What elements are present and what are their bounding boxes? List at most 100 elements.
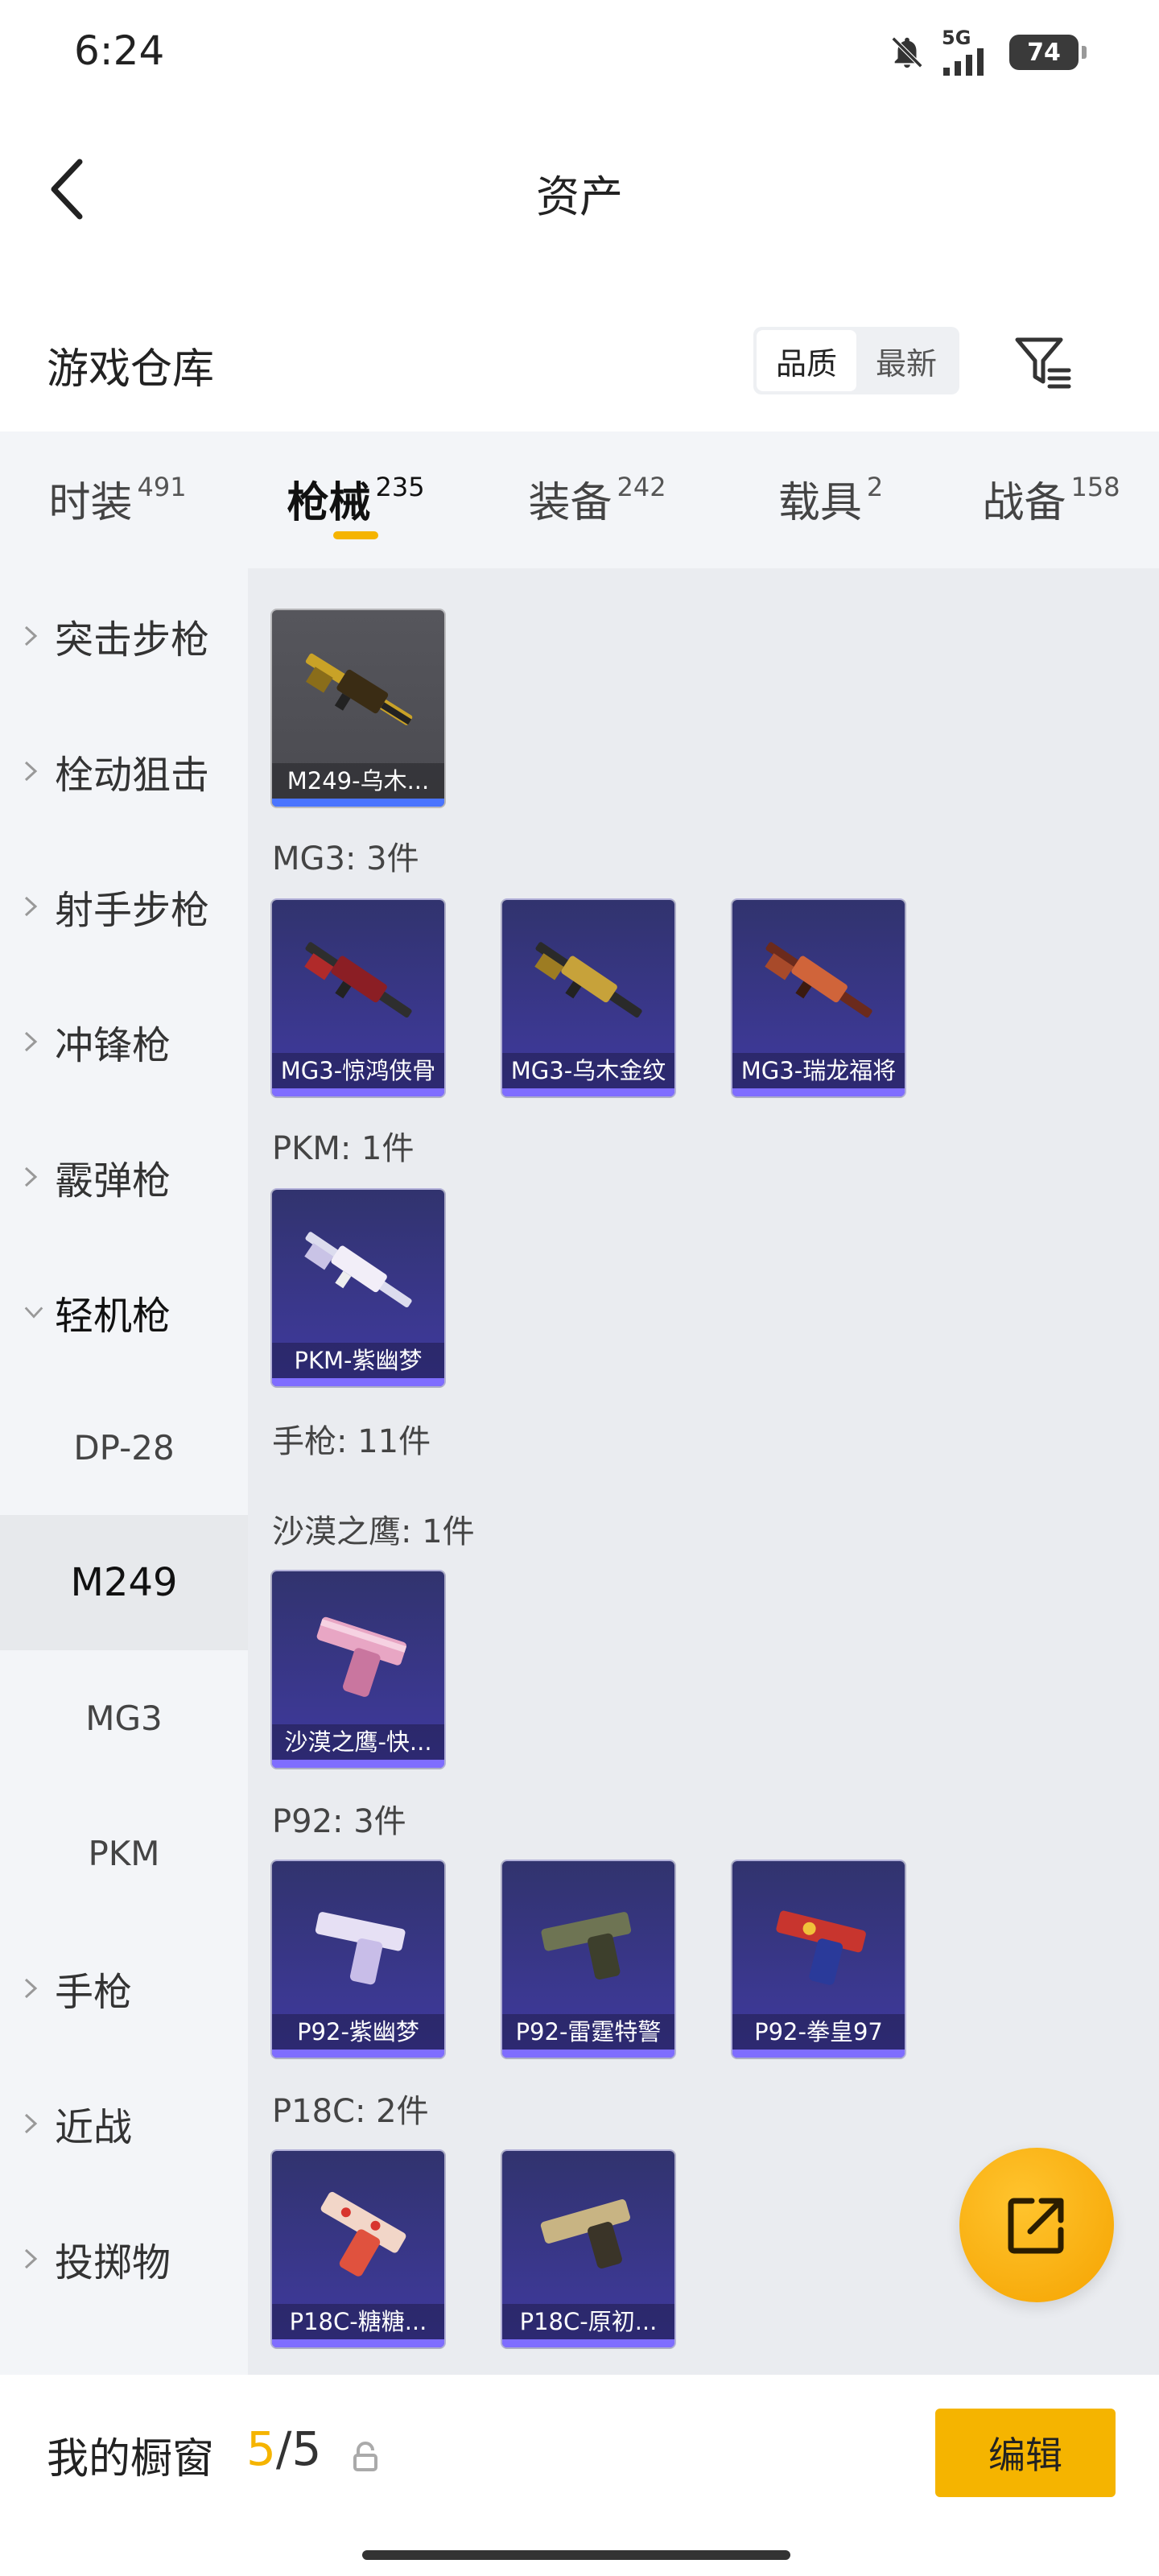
machine-gun-gold-icon: [272, 610, 444, 771]
chevron-right-icon: [23, 2247, 45, 2271]
sidebar-item-pistol[interactable]: 手枪: [0, 1921, 248, 2056]
showcase-title: 我的橱窗: [47, 2435, 215, 2483]
skin-card-desert-eagle[interactable]: 沙漠之鹰-快...: [270, 1570, 446, 1769]
tab-count: 235: [375, 472, 425, 502]
filter-icon: [1015, 337, 1071, 389]
weapon-type-sidebar: 突击步枪 栓动狙击 射手步枪 冲锋枪 霰弹枪 轻机枪 DP-28 M249 MG…: [0, 568, 248, 2375]
skin-card-pkm[interactable]: PKM-紫幽梦: [270, 1188, 446, 1388]
quality-bar: [502, 1088, 674, 1096]
skin-card-p18c-2[interactable]: P18C-原初...: [501, 2149, 676, 2349]
skin-card-p92-2[interactable]: P92-雷霆特警: [501, 1860, 676, 2059]
skin-card-mg3-1[interactable]: MG3-惊鸿侠骨: [270, 898, 446, 1098]
quality-bar: [272, 1378, 444, 1386]
skin-name: P92-紫幽梦: [272, 2014, 444, 2050]
chevron-right-icon: [23, 1030, 45, 1054]
tab-label: 装备: [528, 479, 612, 527]
external-link-icon: [1008, 2198, 1064, 2254]
machine-gun-red-icon: [732, 900, 905, 1061]
skin-name: P18C-糖糖...: [272, 2304, 444, 2339]
machine-gun-silver-icon: [272, 1190, 444, 1351]
tab-equipment[interactable]: 装备 242: [476, 431, 718, 568]
sidebar-item-bolt-sniper[interactable]: 栓动狙击: [0, 704, 248, 839]
status-time: 6:24: [74, 27, 165, 74]
showcase-count: 5/5: [246, 2421, 321, 2476]
app-header: 资产: [0, 129, 1159, 250]
home-indicator: [362, 2550, 790, 2560]
showcase-current: 5: [246, 2421, 276, 2476]
quality-bar: [502, 2050, 674, 2058]
skin-name: MG3-惊鸿侠骨: [272, 1053, 444, 1088]
filter-button[interactable]: [1011, 332, 1075, 393]
signal-icon: [943, 48, 984, 76]
network-type: 5G: [942, 27, 971, 49]
tab-firearms[interactable]: 枪械 235: [235, 431, 476, 568]
sidebar-item-marksman-rifle[interactable]: 射手步枪: [0, 839, 248, 974]
battery-icon: 74: [1009, 35, 1087, 70]
sidebar-item-label: 射手步枪: [55, 888, 210, 933]
sidebar-item-label: 手枪: [55, 1970, 133, 2015]
pistol-pink-icon: [272, 1571, 444, 1732]
skin-card-p92-3[interactable]: P92-拳皇97: [731, 1860, 906, 2059]
pistol-blue-icon: [732, 1861, 905, 2022]
sidebar-item-assault-rifle[interactable]: 突击步枪: [0, 568, 248, 704]
pistol-camo-icon: [502, 1861, 674, 2022]
tab-count: 158: [1070, 472, 1120, 502]
tab-count: 2: [866, 472, 884, 502]
quality-bar: [502, 2339, 674, 2347]
sort-newest-option[interactable]: 最新: [856, 330, 956, 391]
sidebar-item-lmg[interactable]: 轻机枪: [0, 1245, 248, 1380]
page-title: 资产: [536, 171, 623, 222]
group-label-mg3: MG3: 3件: [272, 840, 419, 877]
active-tab-indicator: [333, 531, 378, 539]
showcase-max: 5: [291, 2421, 322, 2476]
pistol-gold-icon: [502, 2151, 674, 2312]
tab-fashion[interactable]: 时装 491: [0, 431, 235, 568]
sidebar-subitem-m249[interactable]: M249: [0, 1515, 248, 1650]
skin-grid: M249-乌木... MG3: 3件 MG3-惊鸿侠骨 MG3-乌木金纹 MG3…: [248, 568, 1159, 2375]
skin-card-m249[interactable]: M249-乌木...: [270, 609, 446, 808]
quality-bar: [732, 1088, 905, 1096]
machine-gun-red-icon: [272, 900, 444, 1061]
tab-supplies[interactable]: 战备 158: [943, 431, 1159, 568]
skin-card-mg3-3[interactable]: MG3-瑞龙福将: [731, 898, 906, 1098]
sidebar-item-label: 突击步枪: [55, 617, 210, 663]
sidebar-item-melee[interactable]: 近战: [0, 2056, 248, 2191]
edit-button[interactable]: 编辑: [935, 2409, 1116, 2497]
sidebar-item-label: 霰弹枪: [55, 1158, 171, 1203]
sidebar-subitem-dp28[interactable]: DP-28: [0, 1380, 248, 1515]
chevron-right-icon: [23, 2112, 45, 2136]
sidebar-item-label: 栓动狙击: [55, 753, 210, 798]
machine-gun-gold-icon: [502, 900, 674, 1061]
tab-vehicles[interactable]: 载具 2: [718, 431, 943, 568]
skin-name: P92-雷霆特警: [502, 2014, 674, 2050]
quality-bar: [272, 1760, 444, 1768]
sidebar-item-shotgun[interactable]: 霰弹枪: [0, 1109, 248, 1245]
group-label-desert-eagle: 沙漠之鹰: 1件: [272, 1513, 475, 1550]
sort-quality-option[interactable]: 品质: [757, 330, 856, 391]
sidebar-item-label: 轻机枪: [55, 1294, 171, 1339]
category-tabs: 时装 491 枪械 235 装备 242 载具 2 战备 158: [0, 431, 1159, 568]
sidebar-item-smg[interactable]: 冲锋枪: [0, 974, 248, 1109]
sidebar-item-label: 投掷物: [55, 2240, 171, 2285]
skin-name: 沙漠之鹰-快...: [272, 1724, 444, 1760]
chevron-right-icon: [23, 759, 45, 783]
showcase-separator: /: [275, 2421, 292, 2476]
sidebar-subitem-pkm[interactable]: PKM: [0, 1785, 248, 1921]
chevron-right-icon: [23, 1165, 45, 1189]
skin-card-p18c-1[interactable]: P18C-糖糖...: [270, 2149, 446, 2349]
sidebar-item-label: 近战: [55, 2105, 133, 2150]
tab-label: 载具: [777, 479, 862, 527]
bell-off-icon: [891, 36, 923, 68]
chevron-down-icon: [23, 1304, 45, 1320]
status-bar: 6:24 5G 74: [0, 0, 1159, 105]
group-label-pistol: 手枪: 11件: [272, 1423, 431, 1460]
skin-name: PKM-紫幽梦: [272, 1343, 444, 1378]
sidebar-subitem-mg3[interactable]: MG3: [0, 1650, 248, 1785]
chevron-right-icon: [23, 1976, 45, 2000]
skin-card-mg3-2[interactable]: MG3-乌木金纹: [501, 898, 676, 1098]
skin-card-p92-1[interactable]: P92-紫幽梦: [270, 1860, 446, 2059]
sidebar-item-throwable[interactable]: 投掷物: [0, 2191, 248, 2326]
skin-name: P18C-原初...: [502, 2304, 674, 2339]
share-fab-button[interactable]: [959, 2148, 1114, 2302]
sort-toggle: 品质 最新: [753, 327, 959, 394]
